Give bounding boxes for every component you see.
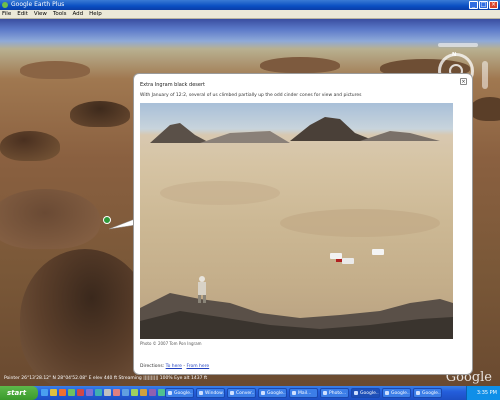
menu-view[interactable]: View <box>34 10 47 18</box>
taskbar-task[interactable]: Mail... <box>289 388 318 398</box>
menu-edit[interactable]: Edit <box>17 10 28 18</box>
balloon-description: With January of 12:2, several of us clim… <box>140 93 362 98</box>
photo-credit: Photo © 2007 Tom Pon Ingram <box>140 341 202 346</box>
status-bar: Pointer 26°13'28.12" N 28°04'52.08" E el… <box>4 376 208 381</box>
terrain-ridge <box>260 57 340 73</box>
vehicle <box>330 253 342 259</box>
app-icon[interactable] <box>131 389 138 396</box>
balloon-close-button[interactable]: × <box>460 78 467 85</box>
mail-icon[interactable] <box>77 389 84 396</box>
distant-hill <box>150 123 210 143</box>
north-indicator: N <box>452 52 457 58</box>
close-window-button[interactable]: × <box>489 1 498 9</box>
cinder-cone <box>0 189 100 249</box>
window-title: Google Earth Plus <box>11 1 65 8</box>
app-icon[interactable] <box>158 389 165 396</box>
app-icon[interactable] <box>113 389 120 396</box>
app-icon[interactable] <box>104 389 111 396</box>
placemark-info-balloon: Extra Ingram black desert × With January… <box>133 73 473 375</box>
photo-scene <box>140 117 453 339</box>
app-icon[interactable] <box>122 389 129 396</box>
cinder-cone <box>20 249 150 386</box>
distant-hill <box>200 131 290 143</box>
balloon-tail <box>109 219 135 230</box>
distant-hill <box>290 117 375 141</box>
sand-patch <box>160 181 280 205</box>
taskbar-task[interactable]: Google... <box>413 388 442 398</box>
tilt-slider[interactable] <box>438 43 478 47</box>
taskbar-task-active[interactable]: Google... <box>351 388 380 398</box>
app-icon[interactable] <box>86 389 93 396</box>
zoom-slider[interactable] <box>482 61 488 89</box>
media-icon[interactable] <box>59 389 66 396</box>
taskbar-task[interactable]: Google... <box>258 388 287 398</box>
menu-file[interactable]: File <box>2 10 11 18</box>
menu-add[interactable]: Add <box>73 10 84 18</box>
windows-taskbar: start Google... Window... Conver... Goog… <box>0 386 500 400</box>
vehicle <box>336 259 342 262</box>
folder-icon[interactable] <box>68 389 75 396</box>
desktop-icon[interactable] <box>50 389 57 396</box>
directions-label: Directions: <box>140 364 166 369</box>
hiker <box>198 282 206 295</box>
quick-launch <box>41 389 174 396</box>
hiker <box>203 295 206 303</box>
hiker <box>198 295 201 303</box>
cinder-cone <box>0 131 60 161</box>
desert-photo <box>140 103 453 339</box>
window-title-bar: Google Earth Plus _ □ × <box>0 0 500 10</box>
app-icon[interactable] <box>140 389 147 396</box>
start-button[interactable]: start <box>0 386 38 400</box>
taskbar-task[interactable]: Conver... <box>227 388 256 398</box>
vehicle <box>372 249 384 255</box>
maximize-button[interactable]: □ <box>479 1 488 9</box>
sand-patch <box>280 209 440 237</box>
taskbar-task[interactable]: Google... <box>165 388 194 398</box>
directions-from-here-link[interactable]: From here <box>186 364 209 369</box>
hiker <box>199 276 205 282</box>
minimize-button[interactable]: _ <box>469 1 478 9</box>
taskbar-task[interactable]: Photo... <box>320 388 349 398</box>
menu-tools[interactable]: Tools <box>53 10 67 18</box>
vehicle <box>342 258 354 264</box>
app-icon[interactable] <box>95 389 102 396</box>
menu-help[interactable]: Help <box>89 10 102 18</box>
terrain-ridge <box>470 97 500 121</box>
taskbar-task[interactable]: Google... <box>382 388 411 398</box>
cinder-cone <box>70 101 130 127</box>
google-earth-icon <box>2 2 8 8</box>
menu-bar: File Edit View Tools Add Help <box>0 10 500 19</box>
distant-hill <box>360 131 440 141</box>
directions-line: Directions: To here - From here <box>140 364 210 369</box>
terrain-ridge <box>20 61 90 79</box>
app-icon[interactable] <box>149 389 156 396</box>
system-tray-clock[interactable]: 3:35 PM <box>466 386 500 400</box>
directions-to-here-link[interactable]: To here <box>166 364 182 369</box>
balloon-heading: Extra Ingram black desert <box>140 82 205 88</box>
taskbar-task[interactable]: Window... <box>196 388 225 398</box>
browser-icon[interactable] <box>41 389 48 396</box>
